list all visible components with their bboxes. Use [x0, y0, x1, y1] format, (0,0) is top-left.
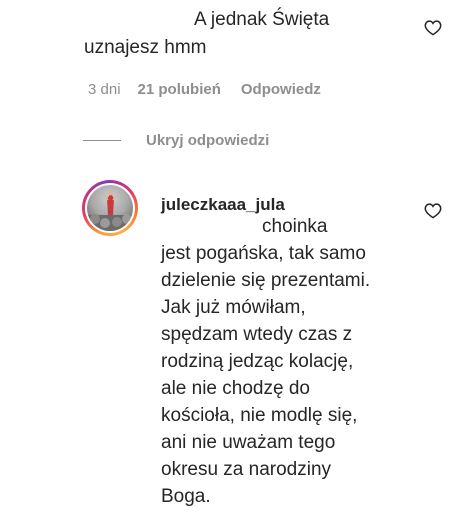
- reply-line: Boga.: [161, 486, 211, 507]
- comment-text-line-1: A jednak Święta: [194, 9, 330, 30]
- avatar-image: [87, 185, 133, 231]
- comment-text-line-2: uznajesz hmm: [84, 37, 207, 58]
- reply-button[interactable]: Odpowiedz: [241, 81, 321, 98]
- reply-line: ani nie uważam tego: [161, 432, 336, 453]
- heart-icon[interactable]: [424, 19, 442, 36]
- reply-line: okresu za narodziny: [161, 459, 332, 480]
- comment-meta-row: 3 dni 21 polubień Odpowiedz: [88, 81, 321, 98]
- hide-replies-divider: [83, 140, 121, 141]
- comment-time: 3 dni: [88, 81, 121, 98]
- reply-line: choinka: [262, 216, 328, 237]
- reply-line: dzielenie się prezentami.: [161, 270, 371, 291]
- reply-text: choinka jest pogańska, tak samo dzieleni…: [161, 213, 411, 510]
- reply-line: kościoła, nie modlę się,: [161, 405, 358, 426]
- comment-likes[interactable]: 21 polubień: [138, 81, 221, 98]
- hide-replies-label: Ukryj odpowiedzi: [146, 132, 270, 149]
- reply-line: rodziną jedząc kolację,: [161, 351, 354, 372]
- avatar-picture: [87, 190, 133, 231]
- reply-line: Jak już mówiłam,: [161, 297, 306, 318]
- reply-line: ale nie chodzę do: [161, 378, 310, 399]
- reply-line: jest pogańska, tak samo: [161, 243, 366, 264]
- reply-line: spędzam wtedy czas z: [161, 324, 353, 345]
- hide-replies-button[interactable]: Ukryj odpowiedzi: [83, 132, 269, 149]
- reply-username[interactable]: juleczkaaa_jula: [161, 195, 285, 215]
- heart-icon[interactable]: [424, 202, 442, 219]
- comment-text: A jednak Święta uznajesz hmm: [84, 6, 414, 62]
- avatar[interactable]: [82, 180, 138, 236]
